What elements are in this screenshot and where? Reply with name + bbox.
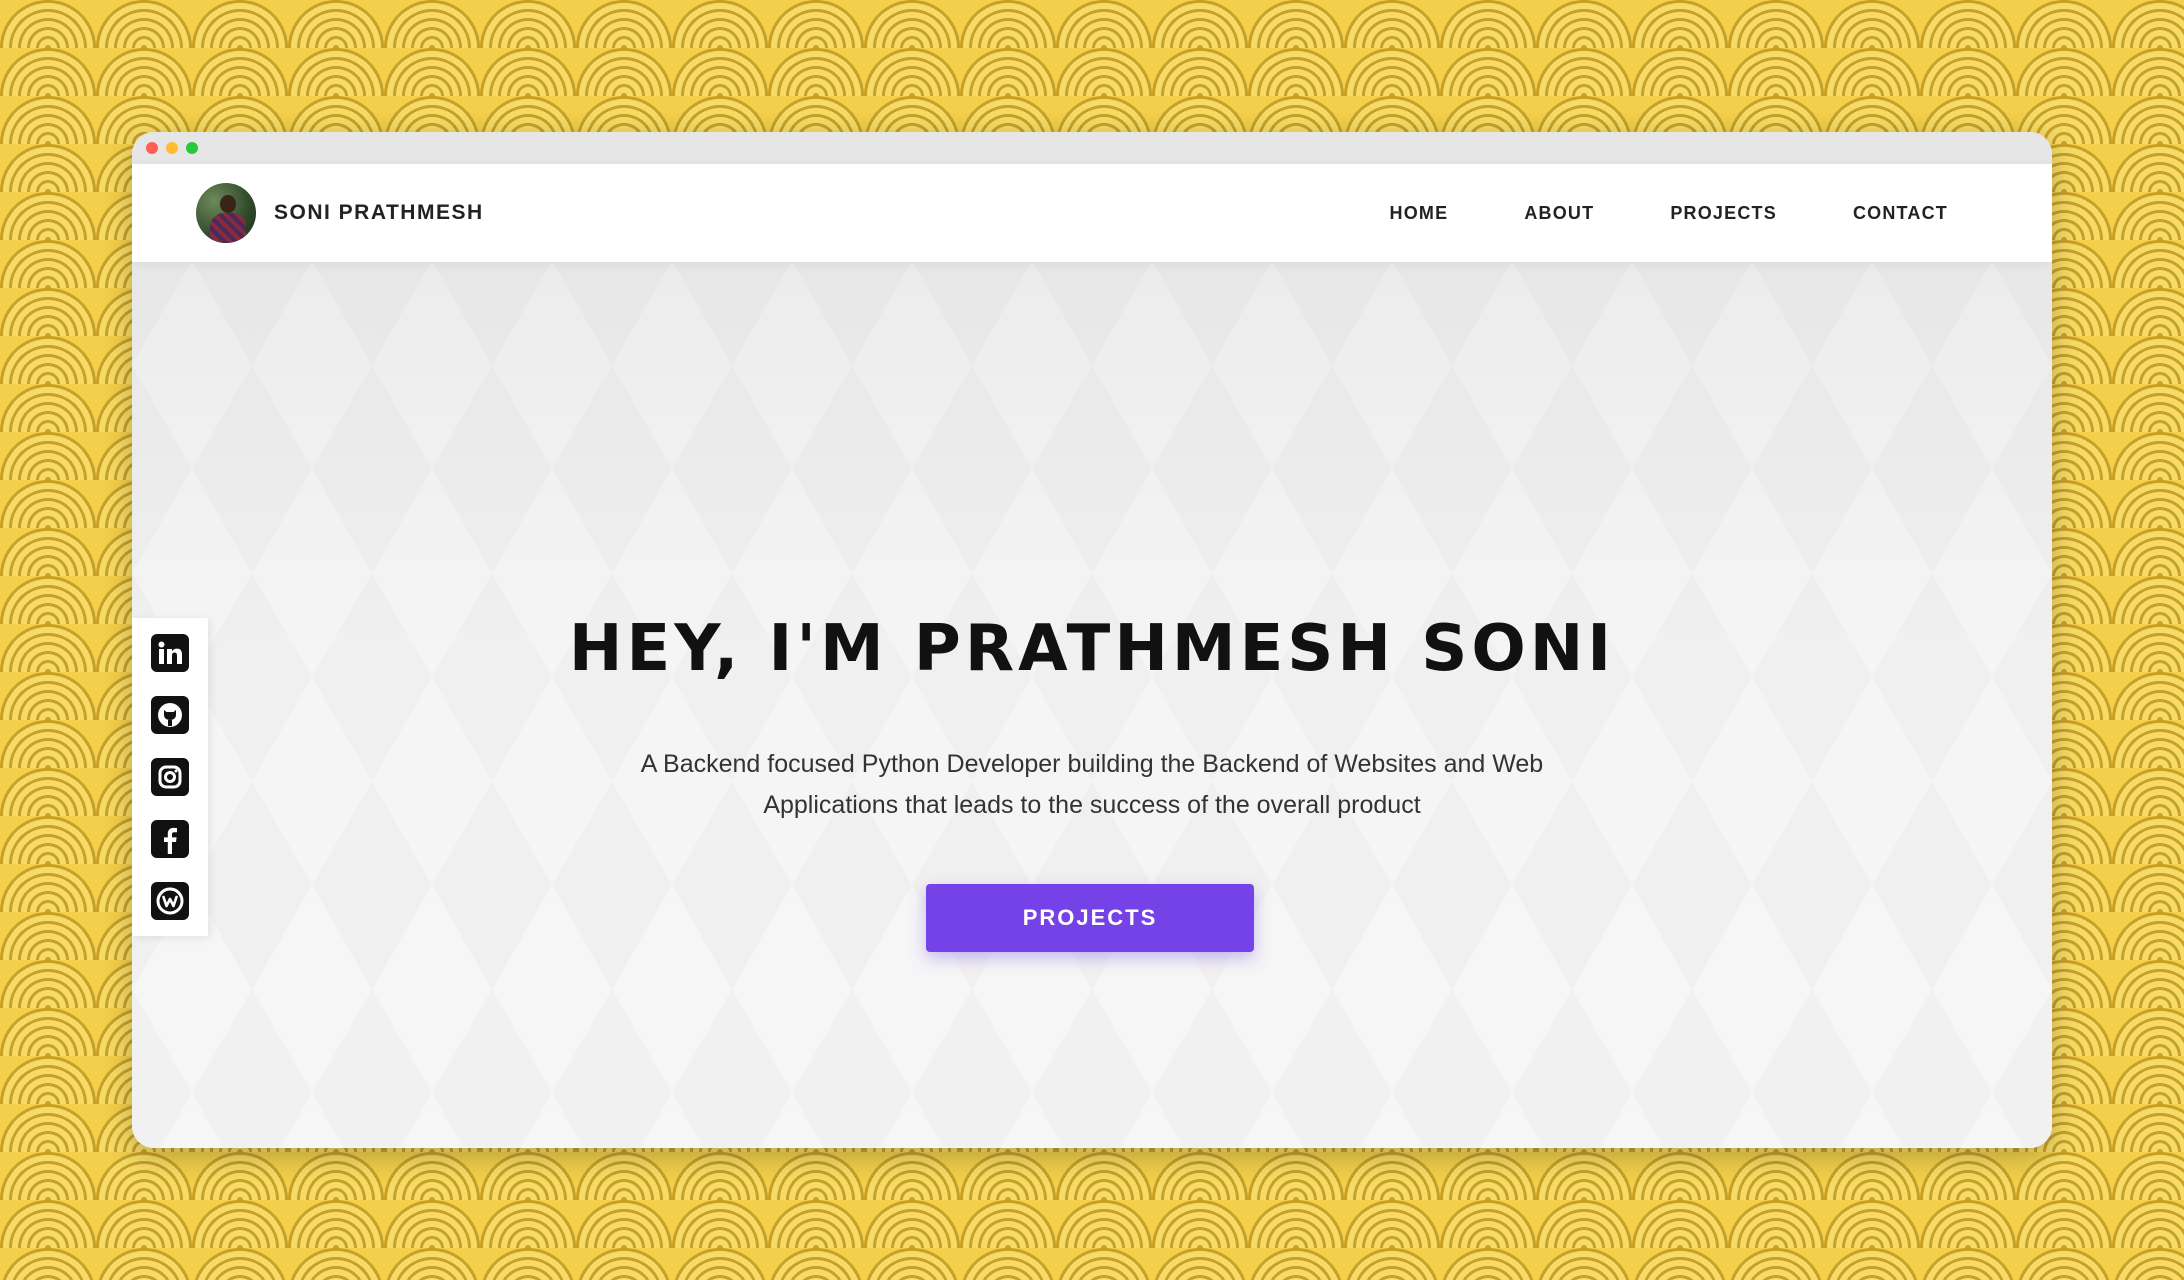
nav-link-projects[interactable]: PROJECTS — [1670, 203, 1777, 224]
avatar — [196, 183, 256, 243]
browser-window: SONI PRATHMESH HOME ABOUT PROJECTS CONTA… — [132, 132, 2052, 1148]
minimize-window-button[interactable] — [166, 142, 178, 154]
linkedin-icon[interactable] — [151, 634, 189, 672]
nav-link-home[interactable]: HOME — [1390, 203, 1449, 224]
hero-subtitle: A Backend focused Python Developer build… — [640, 750, 1544, 819]
social-sidebar — [132, 618, 208, 936]
wattpad-icon[interactable] — [151, 882, 189, 920]
nav-links: HOME ABOUT PROJECTS CONTACT — [1390, 203, 1949, 224]
brand[interactable]: SONI PRATHMESH — [196, 183, 484, 243]
top-navbar: SONI PRATHMESH HOME ABOUT PROJECTS CONTA… — [132, 164, 2052, 262]
maximize-window-button[interactable] — [186, 142, 198, 154]
nav-link-contact[interactable]: CONTACT — [1853, 203, 1948, 224]
window-title-bar — [132, 132, 2052, 164]
nav-link-about[interactable]: ABOUT — [1524, 203, 1594, 224]
github-icon[interactable] — [151, 696, 189, 734]
instagram-icon[interactable] — [151, 758, 189, 796]
hero-title: HEY, I'M PRATHMESH SONI — [568, 612, 1616, 686]
facebook-icon[interactable] — [151, 820, 189, 858]
brand-name[interactable]: SONI PRATHMESH — [274, 201, 484, 225]
projects-button[interactable]: PROJECTS — [926, 884, 1254, 952]
close-window-button[interactable] — [146, 142, 158, 154]
hero-section: HEY, I'M PRATHMESH SONI A Backend focuse… — [132, 262, 2052, 1148]
